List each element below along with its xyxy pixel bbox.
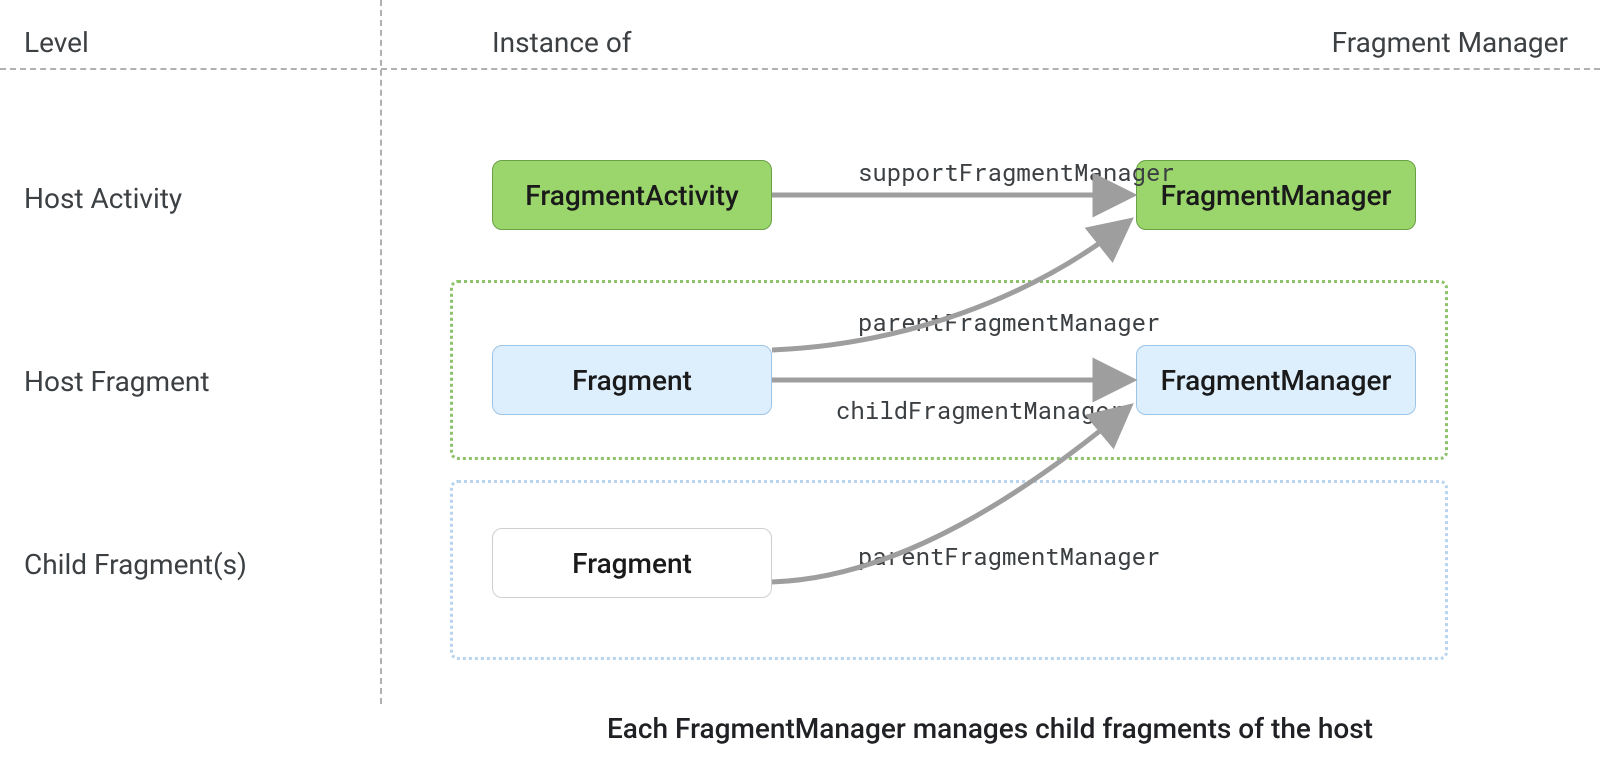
arrow-label-parent-fm-child: parentFragmentManager [858,540,1160,572]
box-fragment-activity: FragmentActivity [492,160,772,230]
arrow-label-support-fm: supportFragmentManager [858,156,1175,188]
row-label-child-fragment: Child Fragment(s) [24,548,247,581]
box-child-fragment: Fragment [492,528,772,598]
row-label-host-activity: Host Activity [24,182,182,215]
header-instance-of: Instance of [492,26,632,59]
column-divider [380,0,382,704]
box-host-fragment: Fragment [492,345,772,415]
arrow-label-child-fm: childFragmentManager [836,394,1124,426]
box-fragment-fragment-manager: FragmentManager [1136,345,1416,415]
diagram-canvas: Level Instance of Fragment Manager Host … [0,0,1600,774]
row-label-host-fragment: Host Fragment [24,365,210,398]
header-fragment-manager: Fragment Manager [1332,26,1568,59]
header-level: Level [24,26,89,59]
diagram-caption: Each FragmentManager manages child fragm… [0,712,1600,745]
header-divider [0,68,1600,70]
box-activity-fragment-manager: FragmentManager [1136,160,1416,230]
arrow-label-parent-fm-host: parentFragmentManager [858,306,1160,338]
